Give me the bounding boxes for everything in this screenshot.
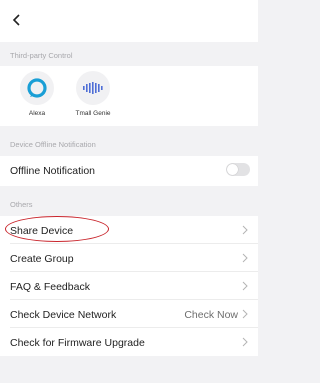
chevron-right-icon bbox=[242, 225, 248, 235]
toggle-knob bbox=[227, 164, 238, 175]
tmall-genie-icon-circle bbox=[76, 71, 110, 105]
alexa-icon bbox=[27, 78, 47, 98]
offline-notification-label: Offline Notification bbox=[10, 165, 96, 177]
back-button[interactable] bbox=[6, 9, 28, 31]
alexa-label: Alexa bbox=[28, 110, 46, 117]
chevron-right-icon bbox=[242, 337, 248, 347]
third-party-card: Alexa Tmall Genie bbox=[0, 66, 258, 126]
top-bar bbox=[0, 0, 258, 42]
section-header-third-party: Third-party Control bbox=[0, 42, 258, 66]
check-now-value[interactable]: Check Now bbox=[184, 309, 238, 321]
chevron-right-icon bbox=[242, 253, 248, 263]
create-group-label: Create Group bbox=[10, 253, 74, 265]
create-group-row[interactable]: Create Group bbox=[0, 244, 258, 272]
share-device-label: Share Device bbox=[10, 225, 74, 237]
offline-notification-row: Offline Notification bbox=[0, 156, 258, 186]
section-header-offline: Device Offline Notification bbox=[0, 126, 258, 156]
section-title: Third-party Control bbox=[10, 51, 73, 60]
chevron-right-icon bbox=[242, 309, 248, 319]
tmall-genie-label: Tmall Genie bbox=[75, 110, 111, 117]
offline-notification-toggle[interactable] bbox=[226, 163, 250, 176]
tmall-genie-tile[interactable]: Tmall Genie bbox=[68, 71, 118, 117]
tmall-genie-icon bbox=[83, 82, 103, 94]
faq-feedback-label: FAQ & Feedback bbox=[10, 281, 90, 293]
check-device-network-row[interactable]: Check Device Network Check Now bbox=[0, 300, 258, 328]
section-title: Others bbox=[10, 200, 33, 209]
section-title: Device Offline Notification bbox=[10, 140, 96, 149]
section-header-others: Others bbox=[0, 186, 258, 216]
check-firmware-upgrade-row[interactable]: Check for Firmware Upgrade bbox=[0, 328, 258, 356]
faq-feedback-row[interactable]: FAQ & Feedback bbox=[0, 272, 258, 300]
check-firmware-upgrade-label: Check for Firmware Upgrade bbox=[10, 337, 145, 349]
share-device-row[interactable]: Share Device bbox=[0, 216, 258, 244]
alexa-tile[interactable]: Alexa bbox=[12, 71, 62, 117]
alexa-icon-circle bbox=[20, 71, 54, 105]
check-device-network-label: Check Device Network bbox=[10, 309, 117, 321]
chevron-right-icon bbox=[242, 281, 248, 291]
chevron-left-icon bbox=[12, 14, 20, 26]
